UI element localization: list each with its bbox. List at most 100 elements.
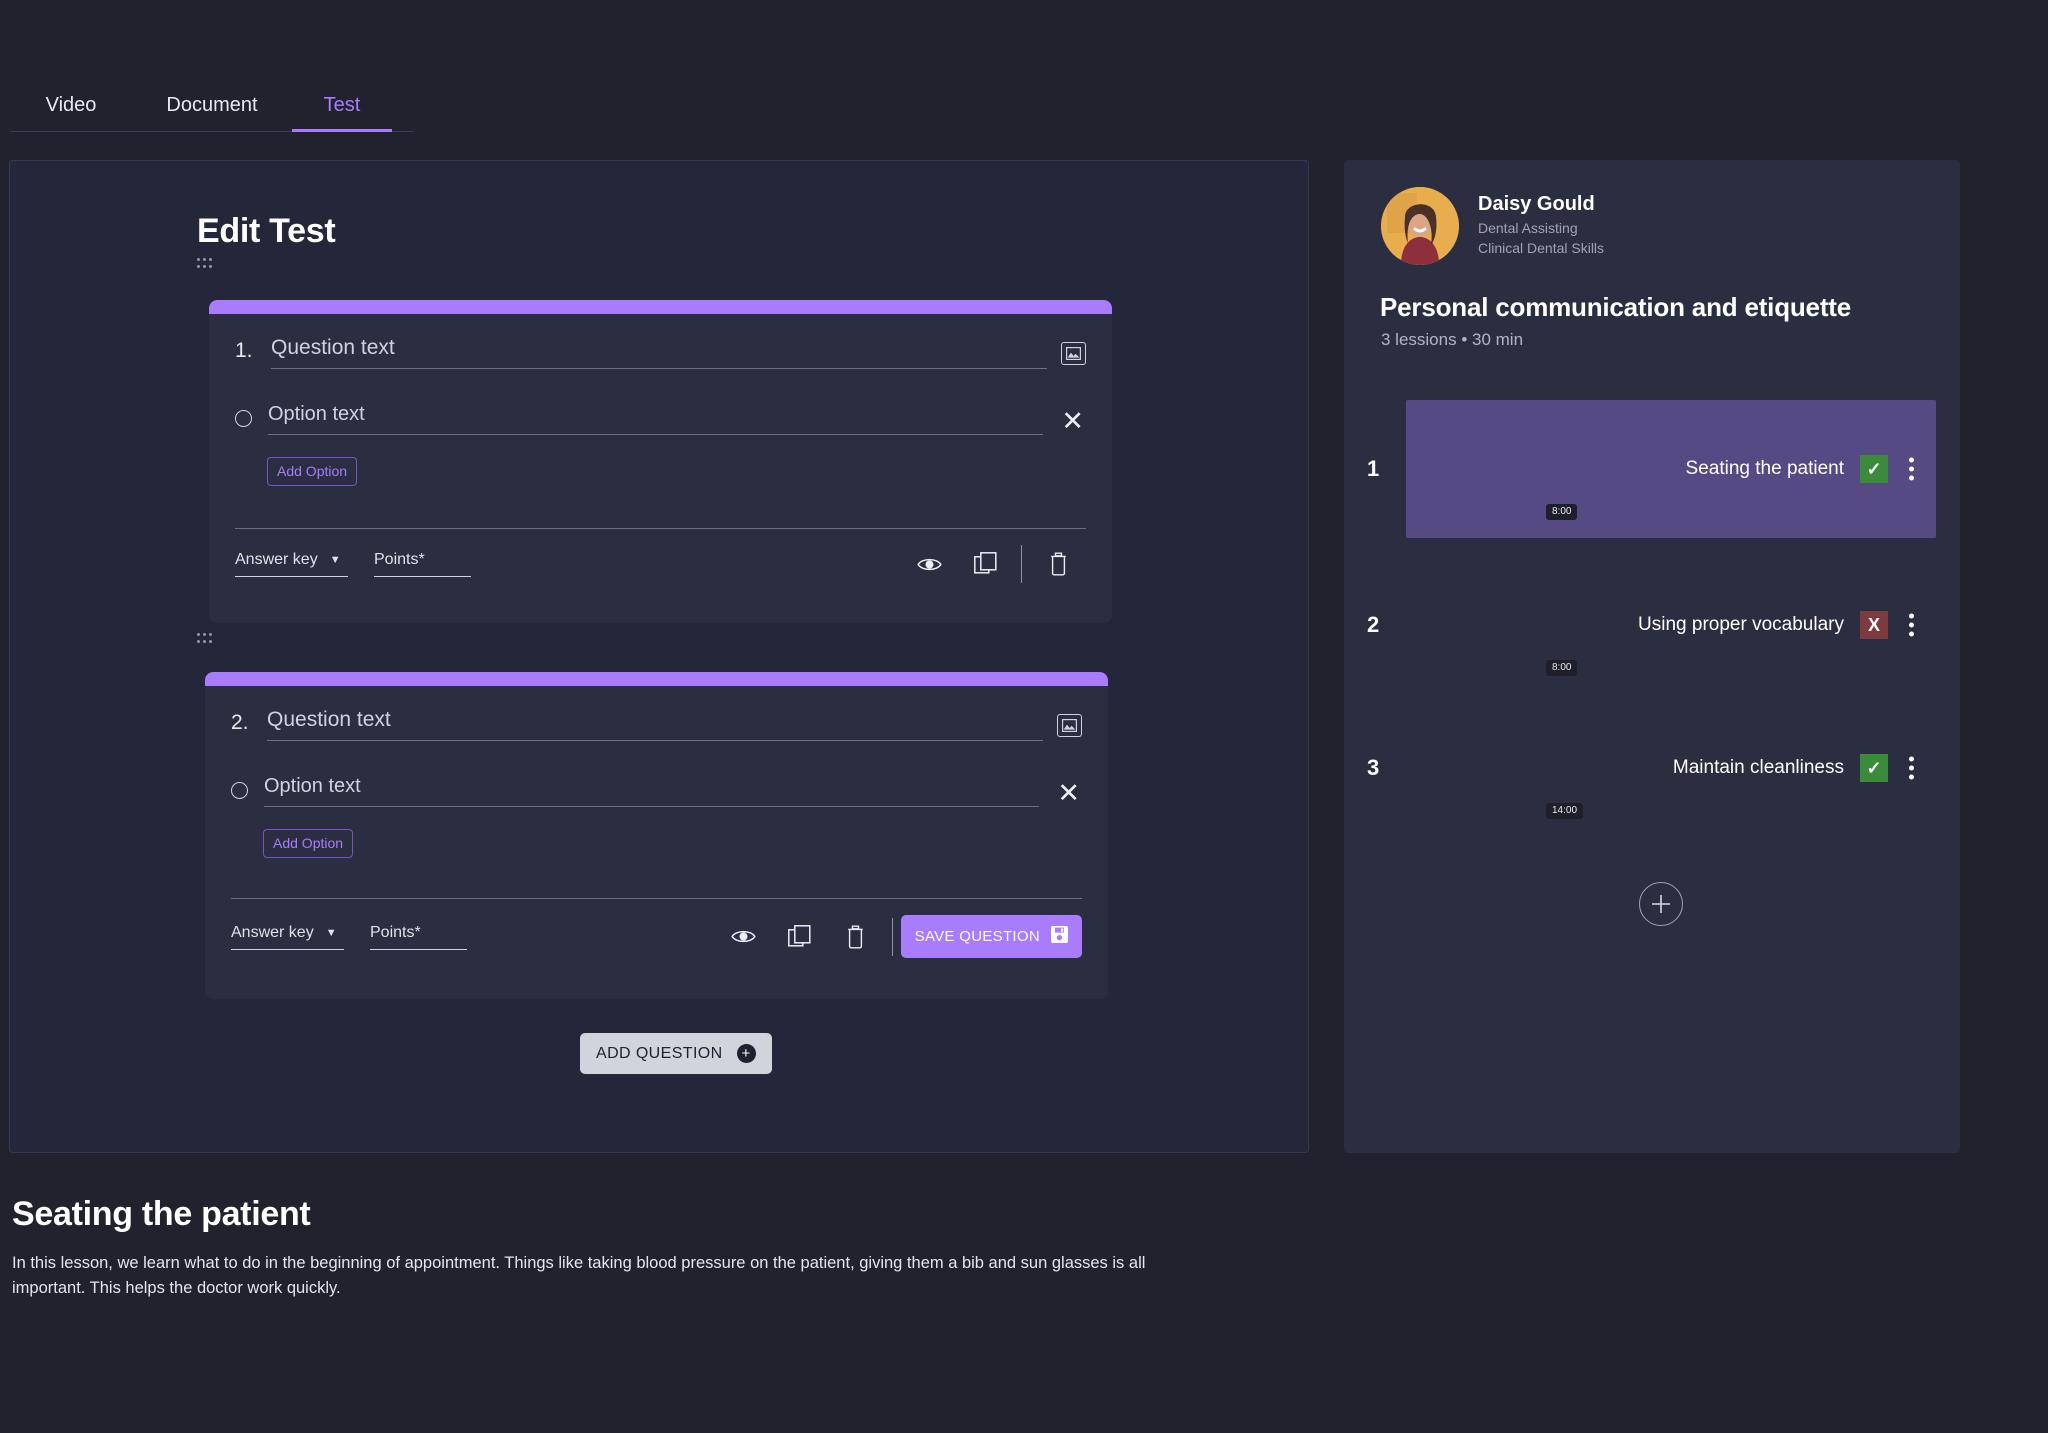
avatar: [1381, 187, 1459, 265]
question-card-accent-bar: [209, 300, 1112, 314]
question-footer-2: Answer key ▼ Points* SAVE QUESTION: [205, 899, 1108, 958]
dot: [1909, 774, 1914, 780]
insert-image-icon-2[interactable]: [1057, 714, 1082, 737]
option-row-1-1: ✕: [235, 403, 1086, 435]
question-footer-1: Answer key ▼ Points*: [209, 529, 1112, 583]
lesson-index-2: 2: [1367, 612, 1380, 637]
lesson-item-2[interactable]: 2 Using proper vocabulary X 8:00: [1367, 556, 1936, 694]
tab-document[interactable]: Document: [132, 88, 292, 132]
dot: [209, 265, 212, 268]
question-number-1: 1.: [235, 339, 253, 362]
dot: [203, 265, 206, 268]
field-underline: [231, 948, 344, 950]
dot: [1909, 765, 1914, 771]
dot: [1909, 756, 1914, 762]
question-card-accent-bar: [205, 672, 1108, 686]
lesson-card-1[interactable]: [1406, 400, 1936, 538]
dot: [209, 640, 212, 643]
preview-eye-icon-1[interactable]: [901, 545, 957, 583]
lesson-detail-heading: Seating the patient: [12, 1195, 311, 1233]
answer-key-head-2: Answer key ▼: [231, 924, 344, 949]
save-question-label: SAVE QUESTION: [914, 928, 1040, 945]
lesson-menu-icon-3[interactable]: [1907, 755, 1916, 782]
lesson-card-3[interactable]: [1406, 699, 1936, 837]
check-icon: ✓: [1866, 758, 1882, 778]
question-input-wrap-1: [271, 336, 1047, 369]
lesson-duration-3: 14:00: [1546, 803, 1584, 819]
option-row-2-1: ✕: [231, 775, 1082, 807]
question-text-row-1: 1.: [235, 336, 1086, 373]
add-lesson-button[interactable]: [1639, 882, 1683, 926]
lesson-index-3: 3: [1367, 755, 1380, 780]
tab-test[interactable]: Test: [292, 88, 392, 132]
tab-video[interactable]: Video: [10, 88, 132, 132]
save-question-button[interactable]: SAVE QUESTION: [900, 915, 1082, 958]
lesson-status-badge-2[interactable]: X: [1860, 611, 1888, 639]
page-title: Edit Test: [197, 212, 336, 250]
points-input-2[interactable]: Points*: [370, 924, 467, 950]
answer-key-head-1: Answer key ▼: [235, 551, 348, 576]
points-head-2: Points*: [370, 924, 467, 949]
field-underline: [235, 576, 348, 577]
check-icon: ✓: [1866, 459, 1882, 479]
dot: [1909, 631, 1914, 637]
dot: [1909, 613, 1914, 619]
lesson-index-1: 1: [1367, 456, 1380, 481]
remove-option-icon-2-1[interactable]: ✕: [1055, 780, 1082, 807]
answer-key-select-2[interactable]: Answer key ▼: [231, 924, 344, 950]
plus-icon: +: [736, 1044, 756, 1063]
lesson-title-3: Maintain cleanliness: [1672, 757, 1844, 778]
drag-handle-question-2[interactable]: [197, 633, 213, 645]
add-option-button-1[interactable]: Add Option: [267, 457, 358, 486]
chevron-down-icon: ▼: [325, 926, 337, 939]
teacher-info: Daisy Gould Dental Assisting Clinical De…: [1478, 187, 1604, 256]
dot: [203, 258, 206, 261]
dot: [1909, 622, 1914, 628]
question-tools-1: [901, 545, 1086, 583]
points-head-1: Points*: [374, 551, 471, 576]
duplicate-icon-1[interactable]: [957, 545, 1013, 583]
tool-divider: [1021, 545, 1022, 583]
lesson-status-badge-1[interactable]: ✓: [1860, 455, 1888, 483]
lesson-item-1[interactable]: 1 Seating the patient ✓ 8:00: [1367, 400, 1936, 538]
dot: [203, 633, 206, 636]
course-title: Personal communication and etiquette: [1380, 292, 1851, 322]
option-input-wrap-1-1: [268, 403, 1044, 435]
lesson-status-badge-3[interactable]: ✓: [1860, 754, 1888, 782]
remove-option-icon-1-1[interactable]: ✕: [1059, 408, 1086, 435]
field-underline: [374, 576, 471, 577]
add-question-button[interactable]: ADD QUESTION +: [580, 1033, 772, 1074]
lesson-duration-2: 8:00: [1546, 660, 1578, 676]
question-text-input-1[interactable]: [271, 336, 1047, 369]
option-text-input-1-1[interactable]: [268, 403, 1044, 435]
dot: [209, 633, 212, 636]
question-card-2: 2. ✕ Add Option Answer key: [205, 672, 1108, 999]
add-question-label: ADD QUESTION: [596, 1044, 723, 1062]
duplicate-icon-2[interactable]: [772, 918, 828, 956]
preview-eye-icon-2[interactable]: [716, 918, 772, 956]
lesson-menu-icon-1[interactable]: [1907, 456, 1916, 483]
points-input-1[interactable]: Points*: [374, 551, 471, 577]
answer-key-select-1[interactable]: Answer key ▼: [235, 551, 348, 577]
teacher-card: Daisy Gould Dental Assisting Clinical De…: [1381, 187, 1604, 265]
drag-handle-question-1[interactable]: [197, 258, 213, 270]
option-text-input-2-1[interactable]: [264, 775, 1040, 807]
teacher-subject: Dental Assisting: [1478, 220, 1578, 236]
question-card-1: 1. ✕ Add Option Answer key: [209, 300, 1112, 623]
insert-image-icon-1[interactable]: [1061, 342, 1086, 365]
delete-trash-icon-2[interactable]: [828, 918, 884, 956]
plus-icon: [1652, 895, 1670, 913]
option-radio-1-1[interactable]: [235, 410, 252, 427]
lesson-item-3[interactable]: 3 Maintain cleanliness ✓ 14:00: [1367, 699, 1936, 837]
dot: [1909, 475, 1914, 481]
points-label-2: Points*: [370, 923, 421, 941]
save-disk-icon: [1051, 926, 1068, 947]
dot: [209, 258, 212, 261]
cross-icon: X: [1867, 615, 1880, 635]
delete-trash-icon-1[interactable]: [1030, 545, 1086, 583]
add-option-button-2[interactable]: Add Option: [263, 829, 354, 858]
dot: [1909, 466, 1914, 472]
option-radio-2-1[interactable]: [231, 782, 248, 799]
question-text-input-2[interactable]: [267, 708, 1043, 741]
lesson-menu-icon-2[interactable]: [1907, 612, 1916, 639]
